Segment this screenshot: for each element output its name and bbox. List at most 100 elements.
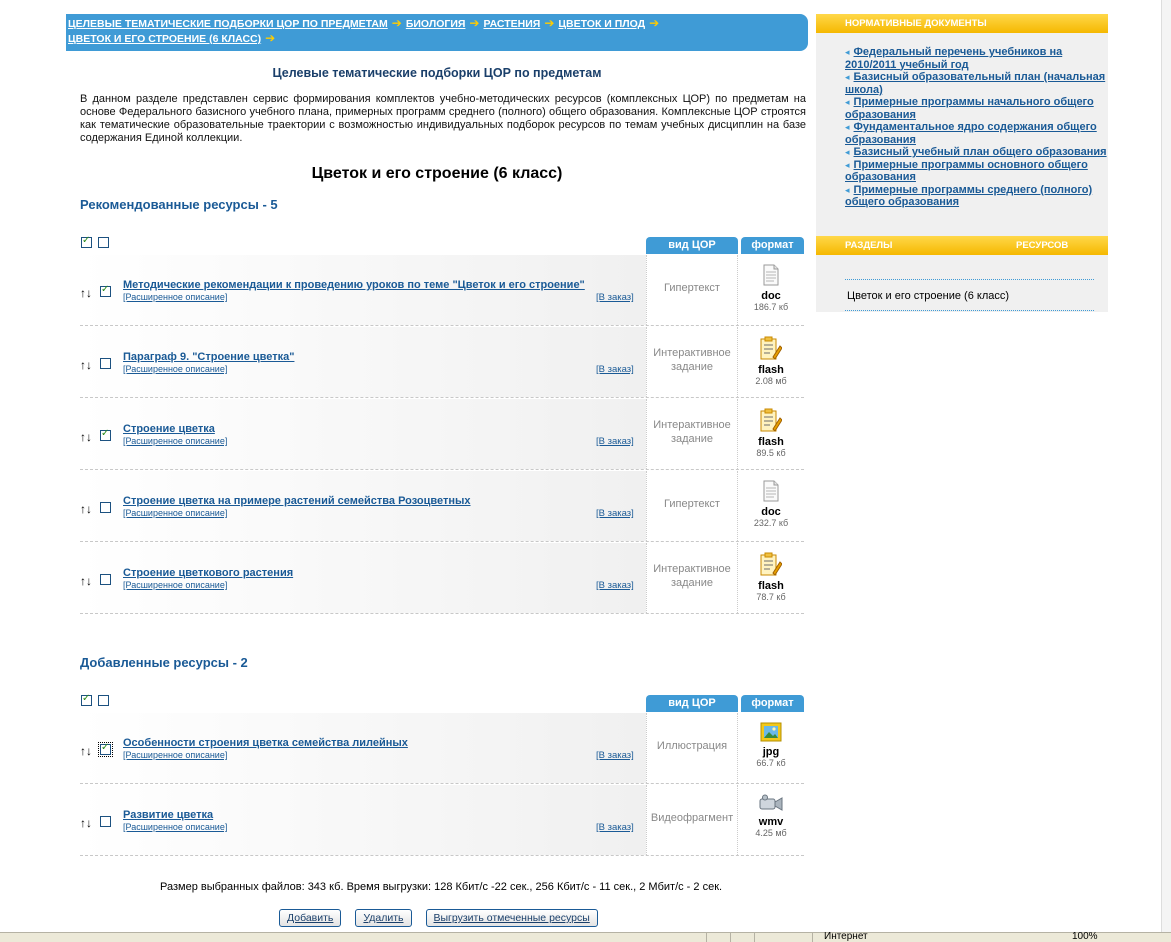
file-size: 2.08 мб [755, 376, 787, 386]
normative-doc-link[interactable]: Примерные программы основного общего обр… [845, 159, 1107, 184]
select-all-checkbox[interactable] [81, 693, 92, 706]
format-name: flash [758, 436, 784, 448]
format-name: flash [758, 580, 784, 592]
add-button[interactable]: Добавить [279, 909, 342, 927]
resource-row: ↑↓ Строение цветка на примере растений се… [80, 471, 804, 542]
normative-docs-header: НОРМАТИВНЫЕ ДОКУМЕНТЫ [816, 14, 1108, 33]
sections-header-label: РАЗДЕЛЫ [845, 240, 893, 251]
resource-checkbox[interactable] [100, 428, 111, 441]
sort-arrows-icon[interactable]: ↑↓ [80, 744, 92, 758]
extended-description-link[interactable]: [Расширенное описание] [123, 508, 227, 518]
deselect-all-checkbox[interactable] [98, 695, 109, 706]
normative-doc-link[interactable]: Базисный образовательный план (начальная… [845, 71, 1107, 96]
add-to-order-link[interactable]: [В заказ] [596, 508, 634, 519]
resource-format: jpg 66.7 кб [738, 713, 804, 783]
resource-format: wmv 4.25 мб [738, 785, 804, 855]
select-all-controls [81, 693, 109, 706]
sort-arrows-icon[interactable]: ↑↓ [80, 502, 92, 516]
extended-description-link[interactable]: [Расширенное описание] [123, 822, 227, 832]
sort-arrows-icon[interactable]: ↑↓ [80, 574, 92, 588]
extended-description-link[interactable]: [Расширенное описание] [123, 580, 227, 590]
doc-icon[interactable] [738, 264, 804, 289]
resource-kind: Интерактивное задание [646, 399, 738, 469]
arrow-right-icon: ➔ [265, 31, 276, 45]
format-name: doc [761, 506, 781, 518]
normative-doc-link[interactable]: Фундаментальное ядро содержания общего о… [845, 121, 1107, 146]
add-to-order-link[interactable]: [В заказ] [596, 580, 634, 591]
add-to-order-link[interactable]: [В заказ] [596, 822, 634, 833]
resource-kind: Гипертекст [646, 471, 738, 541]
normative-doc-link[interactable]: Примерные программы среднего (полного) о… [845, 184, 1107, 209]
resource-title-link[interactable]: Методические рекомендации к проведению у… [123, 279, 585, 291]
format-name: doc [761, 290, 781, 302]
resource-format: flash 78.7 кб [738, 543, 804, 613]
normative-doc-link[interactable]: Базисный учебный план общего образования [845, 146, 1107, 159]
browser-status-bar: Интернет 100% [0, 931, 1171, 942]
resource-title-link[interactable]: Строение цветкового растения [123, 567, 293, 579]
resource-title-link[interactable]: Параграф 9. "Строение цветка" [123, 351, 294, 363]
resource-title-link[interactable]: Строение цветка на примере растений семе… [123, 495, 471, 507]
image-icon[interactable] [738, 722, 804, 745]
deselect-all-checkbox[interactable] [98, 237, 109, 248]
arrow-right-icon: ➔ [544, 16, 555, 30]
kind-column-header: вид ЦОР [646, 237, 738, 254]
resource-checkbox[interactable] [100, 816, 111, 827]
resource-format: flash 89.5 кб [738, 399, 804, 469]
file-size: 232.7 кб [753, 518, 789, 528]
resource-kind-label: Иллюстрация [656, 740, 728, 752]
export-button[interactable]: Выгрузить отмеченные ресурсы [425, 909, 598, 927]
breadcrumb: ЦЕЛЕВЫЕ ТЕМАТИЧЕСКИЕ ПОДБОРКИ ЦОР ПО ПРЕ… [66, 14, 808, 51]
resource-checkbox[interactable] [100, 574, 111, 585]
vertical-scrollbar[interactable] [1161, 0, 1171, 932]
resource-kind-label: Интерактивное задание [653, 419, 731, 445]
doc-icon[interactable] [738, 480, 804, 505]
topic-title: Цветок и его строение (6 класс) [311, 165, 563, 182]
resource-title-link[interactable]: Особенности строения цветка семейства ли… [123, 737, 408, 749]
intro-text: В данном разделе представлен сервис форм… [80, 93, 806, 144]
breadcrumb-item[interactable]: РАСТЕНИЯ [483, 18, 540, 30]
add-to-order-link[interactable]: [В заказ] [596, 436, 634, 447]
normative-docs-panel: Федеральный перечень учебников на 2010/2… [816, 33, 1108, 236]
extended-description-link[interactable]: [Расширенное описание] [123, 292, 227, 302]
resource-kind: Интерактивное задание [646, 543, 738, 613]
breadcrumb-item[interactable]: БИОЛОГИЯ [406, 18, 466, 30]
extended-description-link[interactable]: [Расширенное описание] [123, 750, 227, 760]
extended-description-link[interactable]: [Расширенное описание] [123, 364, 227, 374]
resource-title-link[interactable]: Строение цветка [123, 423, 215, 435]
flash-icon[interactable] [738, 336, 804, 363]
resource-checkbox[interactable] [100, 358, 111, 369]
breadcrumb-item[interactable]: ЦВЕТОК И ЕГО СТРОЕНИЕ (6 КЛАСС) [68, 33, 261, 45]
sort-arrows-icon[interactable]: ↑↓ [80, 816, 92, 830]
add-to-order-link[interactable]: [В заказ] [596, 364, 634, 375]
sort-arrows-icon[interactable]: ↑↓ [80, 358, 92, 372]
extended-description-link[interactable]: [Расширенное описание] [123, 436, 227, 446]
resource-checkbox[interactable] [100, 502, 111, 513]
resource-checkbox[interactable] [100, 284, 111, 297]
resource-row: ↑↓ Развитие цветка [Расширенное описание] [… [80, 785, 804, 856]
arrow-right-icon: ➔ [391, 16, 402, 30]
resource-kind: Видеофрагмент [646, 785, 738, 855]
select-all-checkbox[interactable] [81, 235, 92, 248]
add-to-order-link[interactable]: [В заказ] [596, 750, 634, 761]
video-camera-icon[interactable] [738, 794, 804, 815]
delete-button[interactable]: Удалить [355, 909, 412, 927]
normative-doc-link[interactable]: Примерные программы начального общего об… [845, 96, 1107, 121]
breadcrumb-item[interactable]: ЦВЕТОК И ПЛОД [558, 18, 645, 30]
sort-arrows-icon[interactable]: ↑↓ [80, 286, 92, 300]
resource-format: flash 2.08 мб [738, 327, 804, 397]
resource-checkbox[interactable] [98, 742, 113, 757]
normative-doc-link[interactable]: Федеральный перечень учебников на 2010/2… [845, 46, 1107, 71]
flash-icon[interactable] [738, 552, 804, 579]
resource-kind: Иллюстрация [646, 713, 738, 783]
resource-row: ↑↓ Параграф 9. "Строение цветка" [Расширен… [80, 327, 804, 398]
breadcrumb-item[interactable]: ЦЕЛЕВЫЕ ТЕМАТИЧЕСКИЕ ПОДБОРКИ ЦОР ПО ПРЕ… [68, 18, 388, 30]
resource-title-link[interactable]: Развитие цветка [123, 809, 213, 821]
flash-icon[interactable] [738, 408, 804, 435]
sort-arrows-icon[interactable]: ↑↓ [80, 430, 92, 444]
section-item[interactable]: Цветок и его строение (6 класс) [845, 279, 1094, 311]
resource-row: ↑↓ Строение цветка[Расширенное описание] [… [80, 399, 804, 470]
resource-row: ↑↓ Методические рекомендации к проведению… [80, 255, 804, 326]
resource-row: ↑↓ Особенности строения цветка семейства … [80, 713, 804, 784]
zoom-level[interactable]: 100% [1072, 931, 1098, 942]
add-to-order-link[interactable]: [В заказ] [596, 292, 634, 303]
